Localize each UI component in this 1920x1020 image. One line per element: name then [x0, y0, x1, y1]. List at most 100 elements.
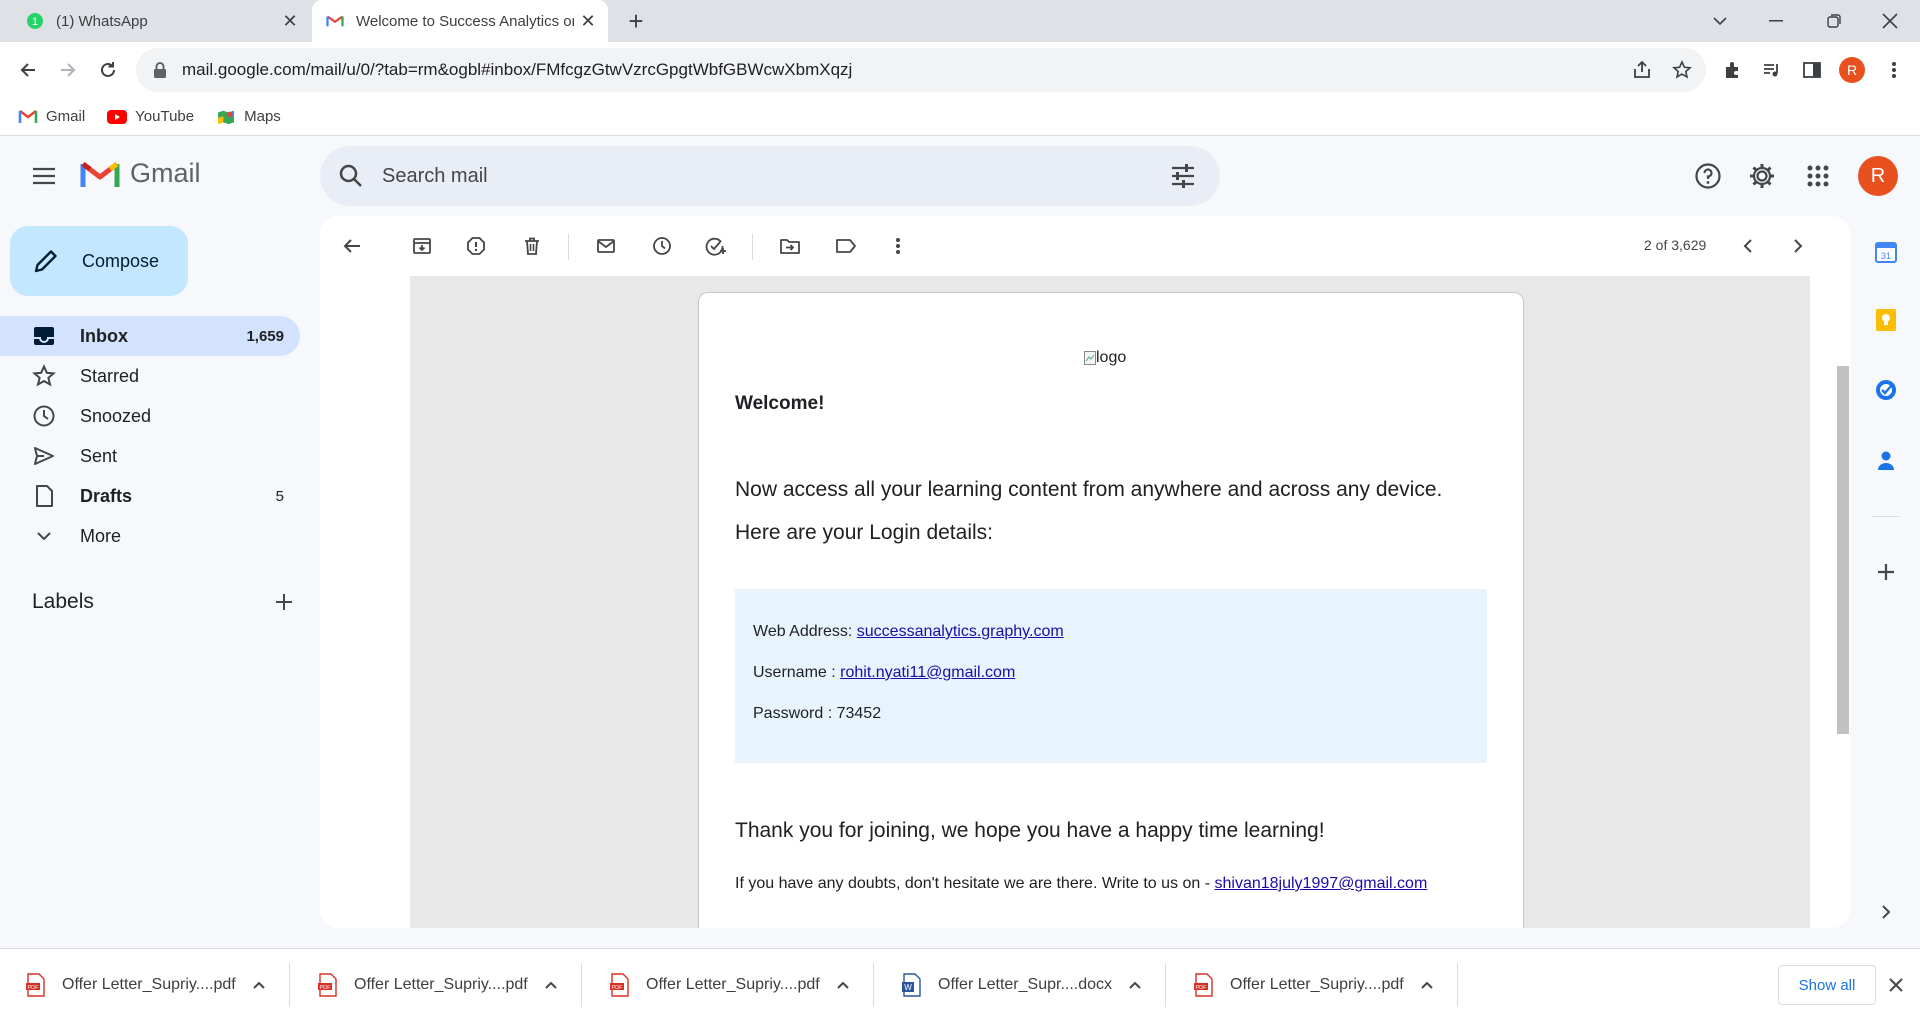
- add-label-icon[interactable]: [274, 592, 294, 612]
- snooze-icon[interactable]: [646, 230, 678, 262]
- sidebar-item-starred[interactable]: Starred: [0, 356, 300, 396]
- close-downloads-bar-button[interactable]: [1882, 971, 1910, 999]
- web-address-label: Web Address:: [753, 623, 857, 640]
- main-menu-button[interactable]: [26, 158, 62, 194]
- account-button[interactable]: R: [1858, 156, 1898, 196]
- sidebar-item-label: Inbox: [80, 325, 128, 346]
- side-panel-icon[interactable]: [1796, 54, 1828, 86]
- chrome-menu-icon[interactable]: [1878, 54, 1910, 86]
- get-addons-icon[interactable]: [1870, 556, 1902, 588]
- add-to-tasks-icon[interactable]: [700, 230, 732, 262]
- profile-button[interactable]: R: [1836, 54, 1868, 86]
- browser-tab-strip: 1 (1) WhatsApp ✕ Welcome to Success Anal…: [0, 0, 1920, 42]
- sidebar-item-sent[interactable]: Sent: [0, 436, 300, 476]
- download-item[interactable]: W Offer Letter_Supr....docx: [876, 963, 1166, 1007]
- gmail-icon: [18, 109, 38, 123]
- show-side-panel-icon[interactable]: [1870, 896, 1902, 928]
- minimize-button[interactable]: [1748, 0, 1804, 42]
- google-apps-icon[interactable]: [1798, 156, 1838, 196]
- tab-title: (1) WhatsApp: [56, 12, 148, 30]
- tasks-icon[interactable]: [1870, 374, 1902, 406]
- back-button[interactable]: [10, 52, 46, 88]
- tab-gmail[interactable]: Welcome to Success Analytics on ✕: [312, 0, 608, 42]
- extensions-icon[interactable]: [1716, 54, 1748, 86]
- search-bar[interactable]: [320, 146, 1220, 206]
- bookmark-maps[interactable]: Maps: [216, 108, 281, 125]
- move-to-icon[interactable]: [774, 230, 806, 262]
- bookmark-gmail[interactable]: Gmail: [18, 108, 85, 125]
- download-item[interactable]: PDF Offer Letter_Supriy....pdf: [584, 963, 874, 1007]
- chevron-up-icon[interactable]: [539, 973, 563, 997]
- inbox-icon: [34, 327, 54, 345]
- message-scrollbar-thumb[interactable]: [1837, 366, 1849, 734]
- svg-text:PDF: PDF: [28, 985, 40, 991]
- svg-text:31: 31: [1881, 251, 1891, 261]
- web-address-link[interactable]: successanalytics.graphy.com: [857, 623, 1064, 640]
- media-control-icon[interactable]: [1756, 54, 1788, 86]
- download-item[interactable]: PDF Offer Letter_Supriy....pdf: [0, 963, 290, 1007]
- tab-search-icon[interactable]: [1692, 0, 1748, 42]
- sidebar-item-inbox[interactable]: Inbox 1,659: [0, 316, 300, 356]
- download-filename: Offer Letter_Supriy....pdf: [646, 976, 820, 993]
- chevron-up-icon[interactable]: [1415, 973, 1439, 997]
- address-bar[interactable]: mail.google.com/mail/u/0/?tab=rm&ogbl#in…: [136, 48, 1706, 92]
- chevron-up-icon[interactable]: [831, 973, 855, 997]
- pencil-icon: [34, 250, 57, 273]
- close-window-button[interactable]: [1862, 0, 1918, 42]
- back-to-inbox-icon[interactable]: [336, 230, 368, 262]
- contact-email-link[interactable]: shivan18july1997@gmail.com: [1214, 875, 1427, 892]
- forward-button[interactable]: [50, 52, 86, 88]
- newer-message-icon[interactable]: [1732, 230, 1764, 262]
- bookmark-youtube[interactable]: YouTube: [107, 108, 194, 125]
- gmail-logo[interactable]: Gmail: [80, 158, 201, 189]
- side-panel-divider: [1872, 516, 1900, 517]
- compose-button[interactable]: Compose: [10, 226, 188, 296]
- older-message-icon[interactable]: [1782, 230, 1814, 262]
- sidebar-item-more[interactable]: More: [0, 516, 300, 556]
- compose-label: Compose: [82, 250, 160, 271]
- close-icon: [1889, 978, 1903, 992]
- show-all-downloads-button[interactable]: Show all: [1778, 965, 1876, 1005]
- sidebar-item-drafts[interactable]: Drafts 5: [0, 476, 300, 516]
- email-content-card: logo Welcome! Now access all your learni…: [698, 292, 1524, 928]
- chevron-up-icon[interactable]: [1123, 973, 1147, 997]
- help-icon[interactable]: [1688, 156, 1728, 196]
- report-spam-icon[interactable]: [460, 230, 492, 262]
- restore-button[interactable]: [1806, 0, 1862, 42]
- label-icon[interactable]: [830, 230, 862, 262]
- share-icon[interactable]: [1626, 54, 1658, 86]
- keep-icon[interactable]: [1870, 304, 1902, 336]
- calendar-icon[interactable]: 31: [1870, 236, 1902, 268]
- sidebar-item-label: Starred: [80, 365, 140, 386]
- welcome-heading: Welcome!: [735, 393, 825, 414]
- browser-toolbar: mail.google.com/mail/u/0/?tab=rm&ogbl#in…: [0, 42, 1920, 98]
- tab-whatsapp[interactable]: 1 (1) WhatsApp ✕: [0, 0, 310, 42]
- new-tab-button[interactable]: +: [622, 6, 650, 36]
- search-input[interactable]: [382, 164, 1168, 188]
- pdf-file-icon: PDF: [318, 973, 337, 997]
- download-filename: Offer Letter_Supriy....pdf: [1230, 976, 1404, 993]
- star-icon: [32, 364, 56, 387]
- tab-close-button[interactable]: ✕: [276, 7, 304, 35]
- search-options-icon[interactable]: [1168, 161, 1198, 191]
- bookmark-star-icon[interactable]: [1666, 54, 1698, 86]
- archive-icon[interactable]: [406, 230, 438, 262]
- contacts-icon[interactable]: [1870, 444, 1902, 476]
- url-text: mail.google.com/mail/u/0/?tab=rm&ogbl#in…: [182, 60, 853, 79]
- mark-unread-icon[interactable]: [590, 230, 622, 262]
- svg-text:PDF: PDF: [320, 985, 332, 991]
- download-item[interactable]: PDF Offer Letter_Supriy....pdf: [1168, 963, 1458, 1007]
- delete-icon[interactable]: [516, 230, 548, 262]
- reload-button[interactable]: [90, 52, 126, 88]
- access-message: Now access all your learning content fro…: [735, 478, 1443, 501]
- sidebar-item-snoozed[interactable]: Snoozed: [0, 396, 300, 436]
- more-options-icon[interactable]: [882, 230, 914, 262]
- chevron-up-icon[interactable]: [247, 973, 271, 997]
- settings-gear-icon[interactable]: [1742, 156, 1782, 196]
- username-link[interactable]: rohit.nyati11@gmail.com: [840, 664, 1015, 681]
- logo-alt-text: logo: [1096, 349, 1127, 366]
- download-item[interactable]: PDF Offer Letter_Supriy....pdf: [292, 963, 582, 1007]
- tab-close-button[interactable]: ✕: [574, 7, 602, 35]
- search-icon[interactable]: [338, 163, 364, 189]
- login-details-intro: Here are your Login details:: [735, 521, 993, 544]
